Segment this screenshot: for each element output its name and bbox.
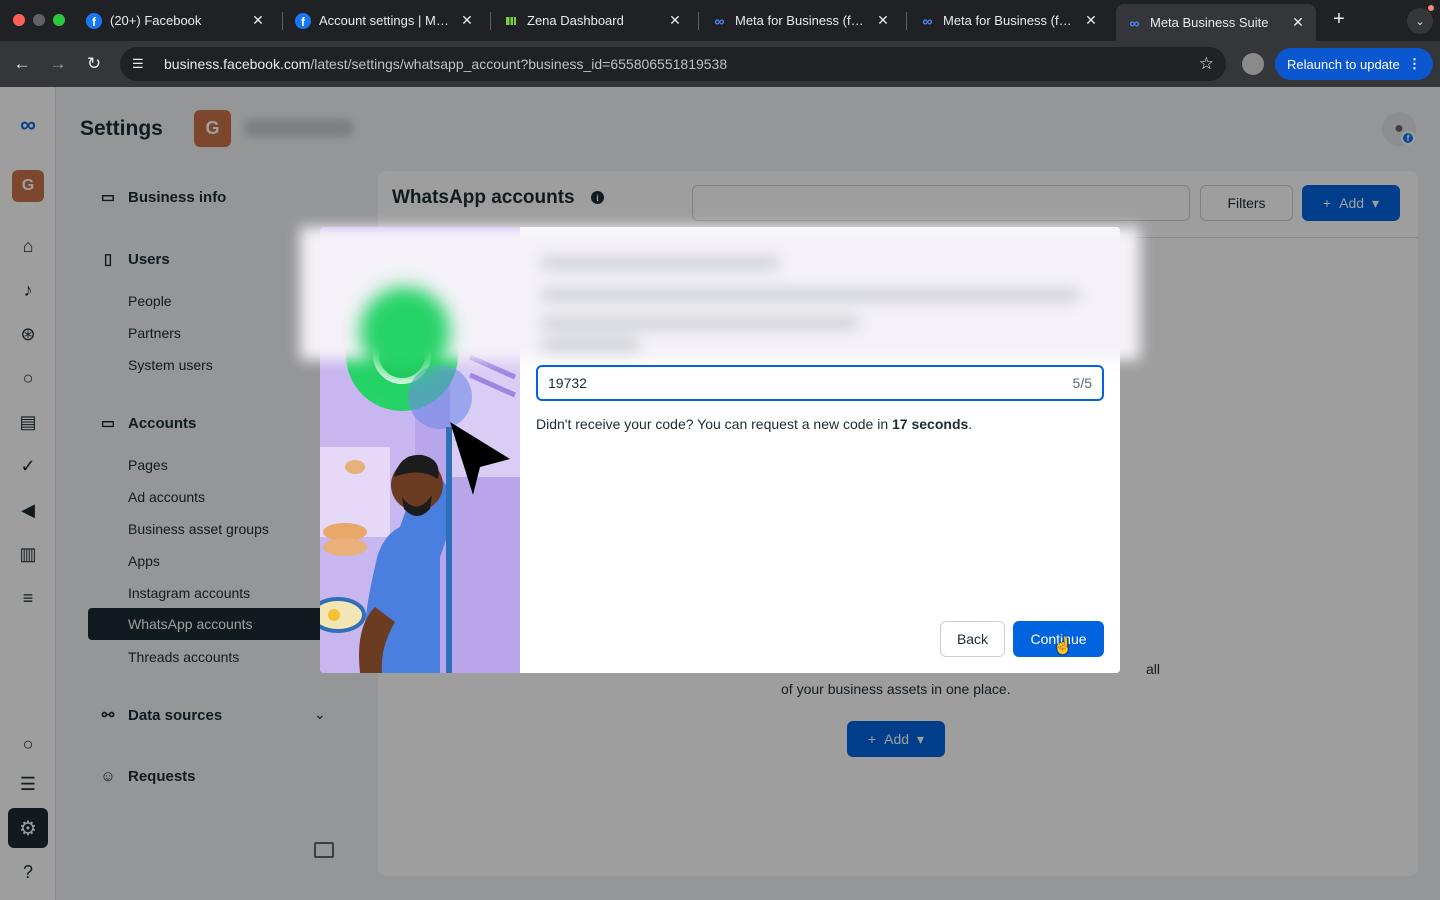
browser-tab[interactable]: f Account settings | Meta ✕: [285, 5, 485, 36]
resend-code-text: Didn't receive your code? You can reques…: [536, 416, 973, 432]
reload-icon[interactable]: ↻: [82, 52, 106, 76]
close-tab-icon[interactable]: ✕: [667, 12, 683, 29]
back-label: Back: [956, 631, 989, 647]
meta-icon: ∞: [1129, 14, 1140, 31]
zena-icon: [503, 13, 519, 29]
browser-tab-bar: f (20+) Facebook ✕ f Account settings | …: [0, 0, 1440, 41]
verification-code-field[interactable]: 5/5: [536, 365, 1104, 401]
more-menu-icon[interactable]: ⋮: [1408, 56, 1421, 72]
tab-search-button[interactable]: ⌄: [1407, 8, 1433, 34]
redacted-dialog-header: [300, 227, 1140, 377]
meta-icon: ∞: [922, 12, 933, 29]
resend-countdown: 17 seconds: [892, 416, 969, 432]
back-button[interactable]: Back: [940, 621, 1005, 657]
close-tab-icon[interactable]: ✕: [1083, 12, 1099, 29]
close-tab-icon[interactable]: ✕: [250, 12, 266, 29]
relaunch-to-update-button[interactable]: Relaunch to update ⋮: [1275, 48, 1433, 80]
browser-tab[interactable]: ∞ Meta for Business (form ✕: [701, 5, 901, 36]
hand-pointer-cursor-icon: ☝: [1053, 638, 1073, 655]
facebook-icon: f: [86, 12, 102, 29]
browser-tab-active[interactable]: ∞ Meta Business Suite ✕: [1116, 4, 1316, 41]
forward-arrow-icon[interactable]: →: [46, 52, 70, 76]
maximize-window-button[interactable]: [53, 14, 65, 26]
close-tab-icon[interactable]: ✕: [875, 12, 891, 29]
browser-tab[interactable]: Zena Dashboard ✕: [493, 5, 693, 36]
minimize-window-button[interactable]: [33, 14, 45, 26]
relaunch-label: Relaunch to update: [1287, 56, 1400, 72]
browser-tab[interactable]: ∞ Meta for Business (form ✕: [909, 5, 1109, 36]
back-arrow-icon[interactable]: ←: [10, 52, 34, 76]
facebook-icon: f: [295, 12, 311, 29]
url-host: business.facebook.com: [164, 56, 311, 72]
close-tab-icon[interactable]: ✕: [1290, 14, 1306, 31]
bookmark-star-icon[interactable]: ☆: [1199, 54, 1214, 74]
close-tab-icon[interactable]: ✕: [459, 12, 475, 29]
url-path: /latest/settings/whatsapp_account?busine…: [310, 56, 728, 72]
meta-icon: ∞: [714, 12, 725, 29]
profile-avatar[interactable]: [1242, 53, 1264, 75]
browser-tab[interactable]: f (20+) Facebook ✕: [76, 5, 276, 36]
site-settings-icon[interactable]: ☰: [132, 56, 150, 72]
new-tab-button[interactable]: +: [1328, 8, 1350, 31]
character-counter: 5/5: [1072, 375, 1092, 391]
close-window-button[interactable]: [13, 14, 25, 26]
verification-code-input[interactable]: [548, 375, 1073, 391]
address-bar[interactable]: ☰ business.facebook.com/latest/settings/…: [120, 47, 1226, 81]
notification-dot: [1428, 5, 1434, 11]
